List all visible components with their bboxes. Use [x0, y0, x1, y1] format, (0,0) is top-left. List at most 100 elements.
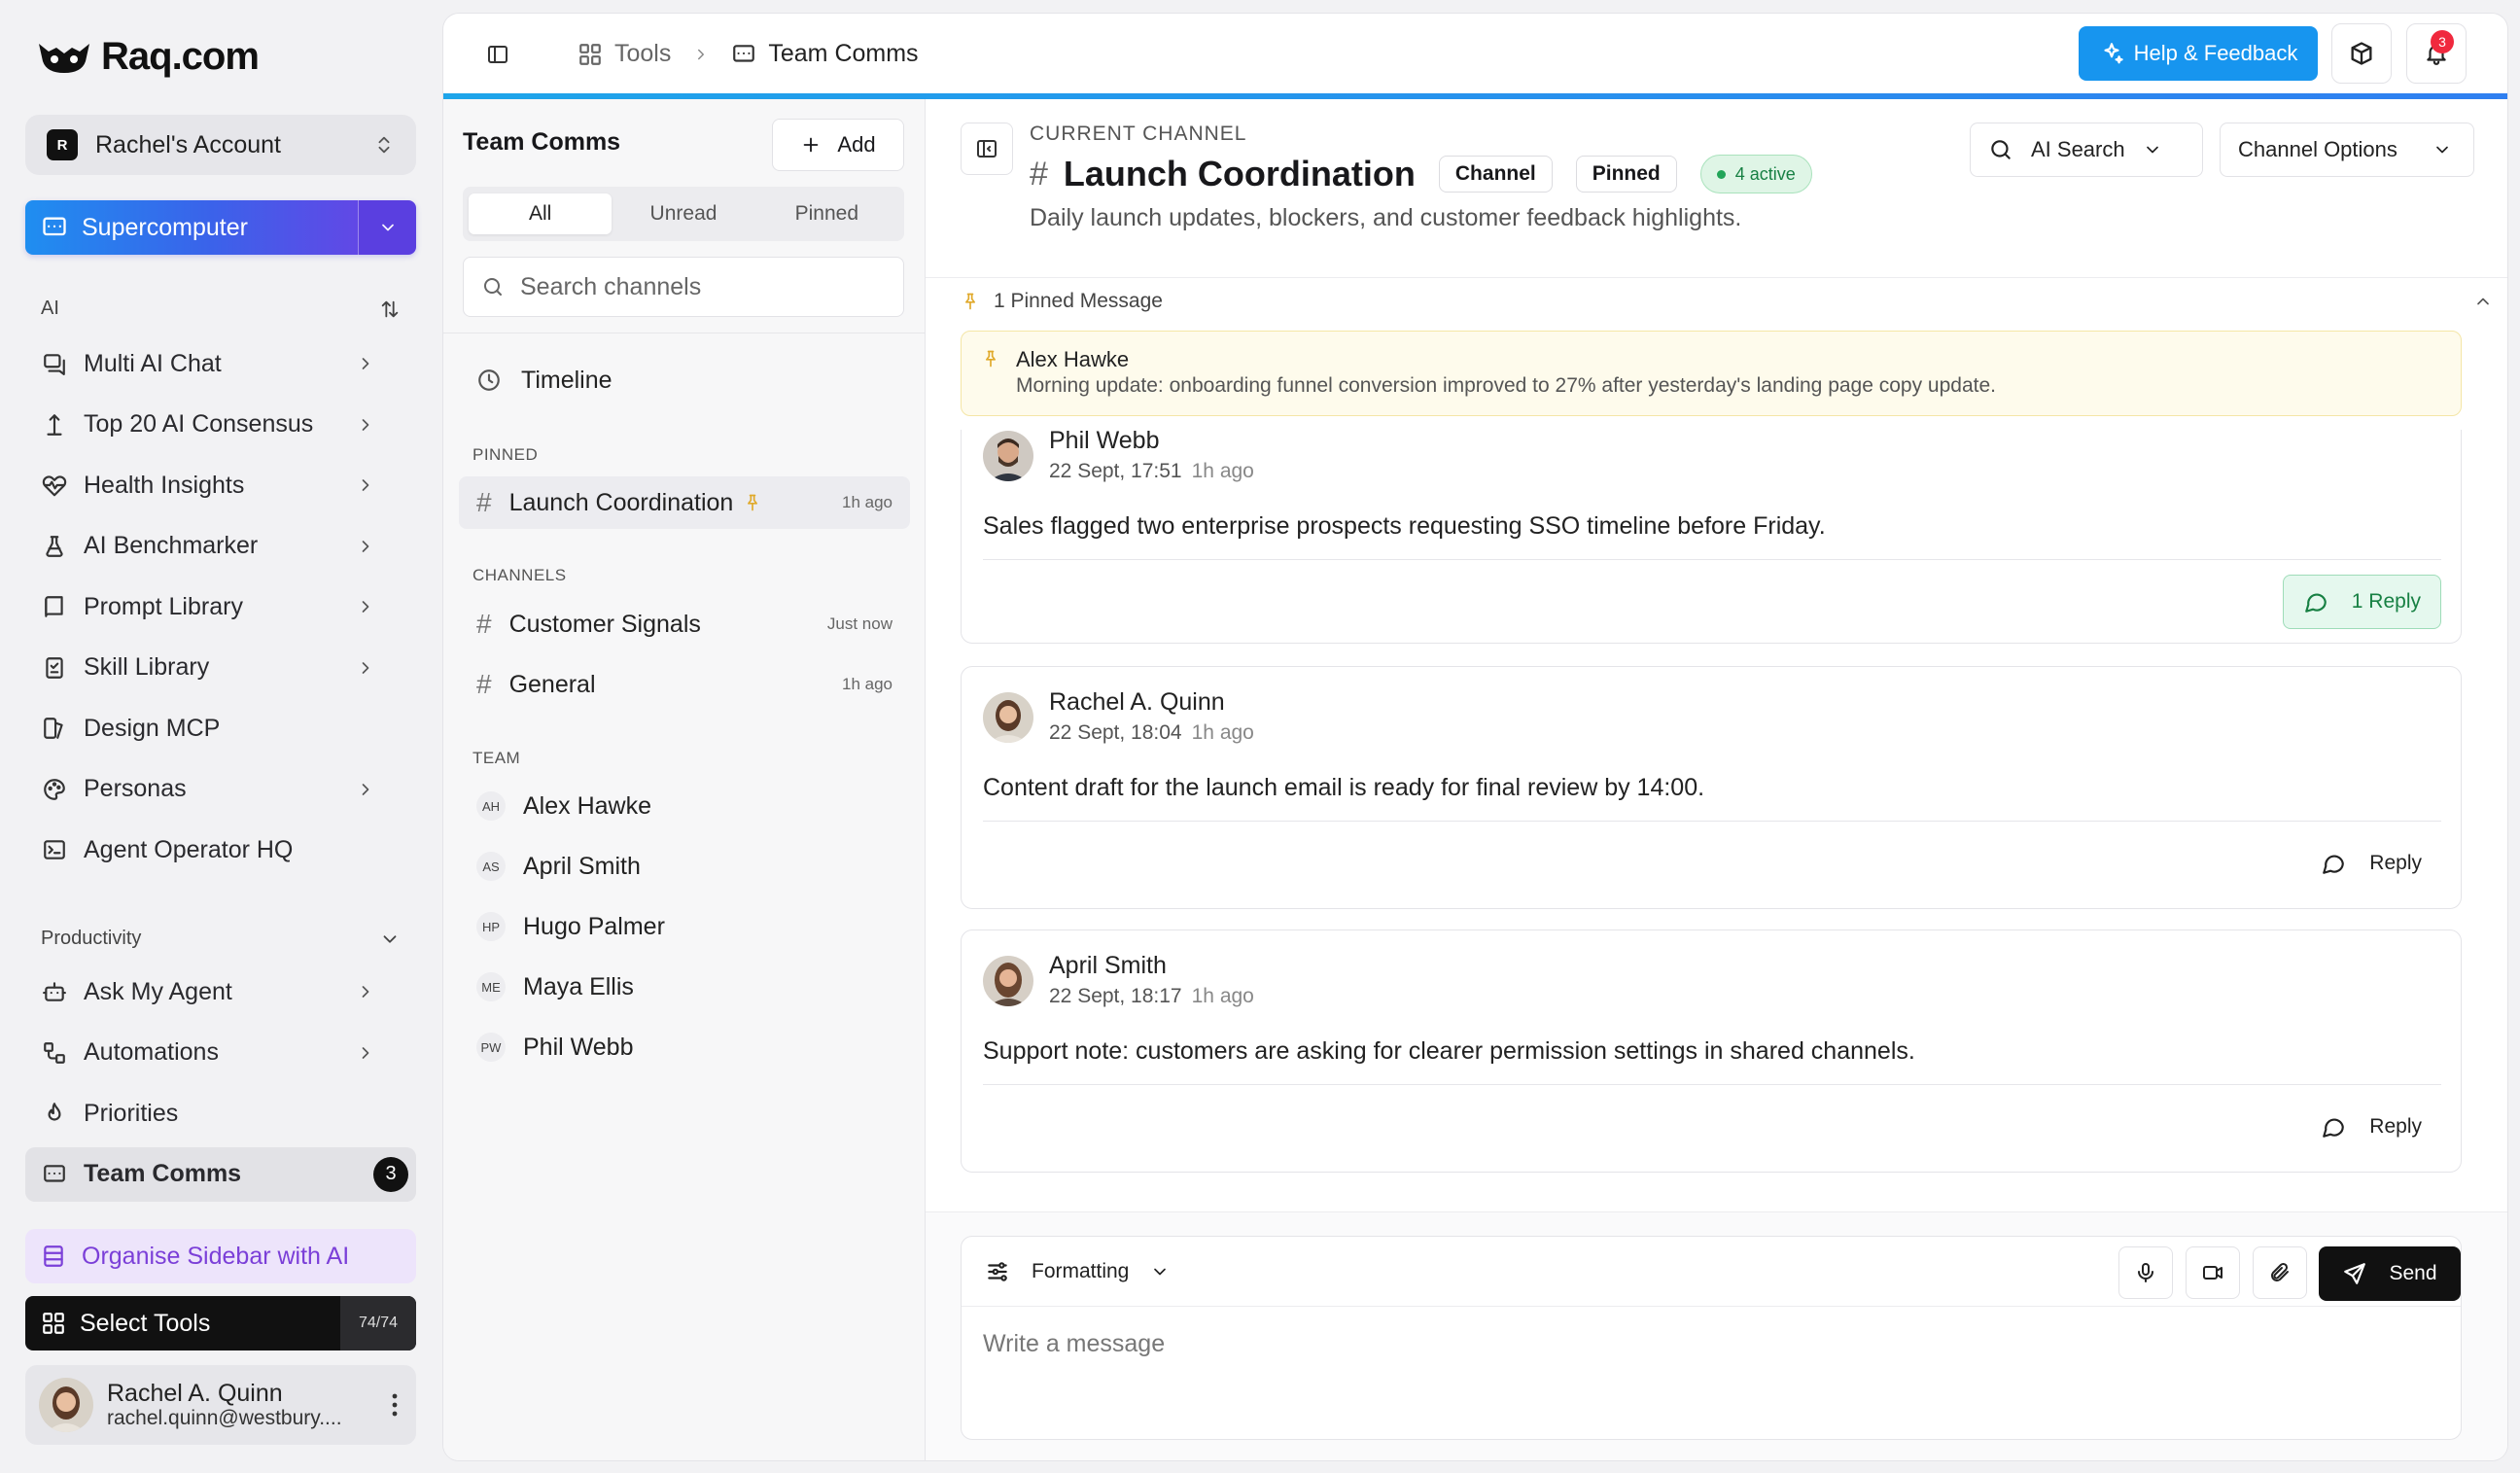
message-composer: Formatting Send Write a message — [961, 1236, 2462, 1440]
attach-button[interactable] — [2253, 1246, 2307, 1299]
sidebar-item-ask-my-agent[interactable]: Ask My Agent — [25, 964, 416, 1019]
message-ago: 1h ago — [1191, 460, 1254, 482]
channel-time: 1h ago — [842, 675, 892, 693]
chevron-down-icon — [2432, 140, 2452, 159]
palette-icon — [39, 777, 70, 802]
author-avatar — [983, 692, 1033, 743]
sort-icon[interactable] — [379, 298, 401, 320]
account-switcher[interactable]: R Rachel's Account — [25, 115, 416, 175]
collapse-list-button[interactable] — [961, 123, 1013, 175]
ai-section-header[interactable]: AI — [41, 298, 401, 320]
sidebar-item-agent-operator-hq[interactable]: Agent Operator HQ — [25, 823, 416, 877]
sidebar-item-skill-library[interactable]: Skill Library — [25, 641, 416, 695]
tab-pinned[interactable]: Pinned — [755, 193, 898, 234]
sidebar-item-personas[interactable]: Personas — [25, 762, 416, 817]
sidebar-item-prompt-library[interactable]: Prompt Library — [25, 579, 416, 634]
author-name: April Smith — [1049, 952, 1167, 979]
channel-time: Just now — [826, 614, 892, 633]
clock-icon — [476, 368, 502, 393]
reply-label: 1 Reply — [2351, 590, 2421, 613]
top-bar: Tools Team Comms Help & Feedback 3 — [443, 14, 2507, 95]
channel-options-label: Channel Options — [2238, 137, 2398, 161]
help-feedback-label: Help & Feedback — [2133, 41, 2298, 65]
organise-sidebar-button[interactable]: Organise Sidebar with AI — [25, 1229, 416, 1283]
ai-search-button[interactable]: AI Search — [1970, 123, 2203, 177]
organise-label: Organise Sidebar with AI — [82, 1242, 350, 1270]
channel-tag: Channel — [1438, 156, 1553, 193]
notifications-button[interactable]: 3 — [2406, 23, 2467, 84]
bot-icon — [39, 979, 70, 1004]
filter-tabs: All Unread Pinned — [463, 187, 904, 241]
extensions-button[interactable] — [2331, 23, 2392, 84]
user-profile[interactable]: Rachel A. Quinn rachel.quinn@westbury...… — [25, 1365, 416, 1445]
channel-item-launch-coordination[interactable]: # Launch Coordination 1h ago — [459, 476, 910, 529]
member-name: Alex Hawke — [523, 791, 651, 820]
brand-logo[interactable]: Raq.com — [35, 35, 260, 79]
sidebar-toggle-icon[interactable] — [486, 43, 509, 66]
tab-unread[interactable]: Unread — [612, 193, 754, 234]
formatting-dropdown[interactable]: Formatting — [985, 1248, 1170, 1295]
team-member-hugo-palmer[interactable]: HP Hugo Palmer — [459, 900, 910, 953]
breadcrumb: Tools Team Comms — [578, 40, 919, 68]
team-member-april-smith[interactable]: AS April Smith — [459, 840, 910, 893]
sidebar-item-top-20-ai-consensus[interactable]: Top 20 AI Consensus — [25, 398, 416, 452]
sidebar-item-priorities[interactable]: Priorities — [25, 1086, 416, 1140]
tab-all[interactable]: All — [469, 193, 612, 234]
reply-button[interactable]: Reply — [2301, 1100, 2441, 1154]
help-feedback-button[interactable]: Help & Feedback — [2079, 26, 2318, 81]
more-vertical-icon[interactable] — [391, 1392, 399, 1418]
sidebar-item-health-insights[interactable]: Health Insights — [25, 458, 416, 512]
message-card: Phil Webb 22 Sept, 17:51 1h ago Sales fla… — [961, 430, 2462, 644]
current-channel-label: CURRENT CHANNEL — [1030, 123, 1247, 145]
supercomputer-dropdown[interactable] — [358, 200, 416, 255]
send-icon — [2342, 1261, 2367, 1286]
member-initials: AH — [476, 791, 506, 821]
chevron-down-icon — [2143, 140, 2162, 159]
select-tools-button[interactable]: Select Tools 74/74 — [25, 1296, 416, 1350]
sidebar-item-label: Automations — [84, 1038, 219, 1066]
chevron-right-icon — [350, 597, 381, 616]
send-button[interactable]: Send — [2319, 1246, 2461, 1301]
sidebar-item-team-comms[interactable]: Team Comms 3 — [25, 1146, 416, 1202]
channel-search[interactable]: Search channels — [463, 257, 904, 317]
pinned-message[interactable]: Alex Hawke Morning update: onboarding fu… — [961, 331, 2462, 416]
grid-icon — [41, 1311, 66, 1336]
raccoon-logo-icon — [35, 38, 93, 77]
replies-button[interactable]: 1 Reply — [2282, 575, 2441, 629]
pinned-section-label: PINNED — [472, 445, 539, 464]
add-channel-button[interactable]: Add — [772, 119, 904, 171]
consensus-icon — [39, 412, 70, 438]
sidebar-item-automations[interactable]: Automations — [25, 1026, 416, 1080]
channel-options-button[interactable]: Channel Options — [2220, 123, 2474, 177]
microphone-button[interactable] — [2118, 1246, 2173, 1299]
chevron-up-icon[interactable] — [2473, 292, 2493, 311]
sidebar-item-ai-benchmarker[interactable]: AI Benchmarker — [25, 519, 416, 574]
book-icon — [39, 594, 70, 619]
user-avatar — [39, 1378, 93, 1432]
sidebar-item-design-mcp[interactable]: Design MCP — [25, 701, 416, 755]
team-member-phil-webb[interactable]: PW Phil Webb — [459, 1021, 910, 1073]
channel-item-general[interactable]: # General 1h ago — [459, 658, 910, 711]
supercomputer-button[interactable]: Supercomputer — [25, 200, 358, 255]
reply-button[interactable]: Reply — [2301, 836, 2441, 891]
message-list: Phil Webb 22 Sept, 17:51 1h ago Sales fla… — [926, 430, 2507, 1208]
member-name: Maya Ellis — [523, 972, 634, 1000]
timeline-item[interactable]: Timeline — [459, 354, 910, 406]
team-member-maya-ellis[interactable]: ME Maya Ellis — [459, 961, 910, 1013]
breadcrumb-tools[interactable]: Tools — [614, 40, 671, 68]
account-badge: R — [47, 129, 78, 160]
chevron-right-icon — [350, 475, 381, 495]
search-icon — [481, 275, 505, 298]
message-square-icon — [731, 42, 756, 67]
team-member-alex-hawke[interactable]: AH Alex Hawke — [459, 780, 910, 832]
divider — [983, 1084, 2441, 1085]
message-input[interactable]: Write a message — [983, 1330, 1165, 1358]
message-card: Rachel A. Quinn 22 Sept, 18:04 1h ago Con… — [961, 666, 2462, 909]
productivity-section-header[interactable]: Productivity — [41, 928, 401, 950]
sidebar-item-multi-ai-chat[interactable]: Multi AI Chat — [25, 336, 416, 391]
hash-icon: # — [476, 609, 492, 639]
pinned-messages-header[interactable]: 1 Pinned Message — [961, 290, 2493, 313]
video-button[interactable] — [2186, 1246, 2240, 1299]
channel-item-customer-signals[interactable]: # Customer Signals Just now — [459, 598, 910, 650]
sliders-icon — [985, 1259, 1010, 1284]
